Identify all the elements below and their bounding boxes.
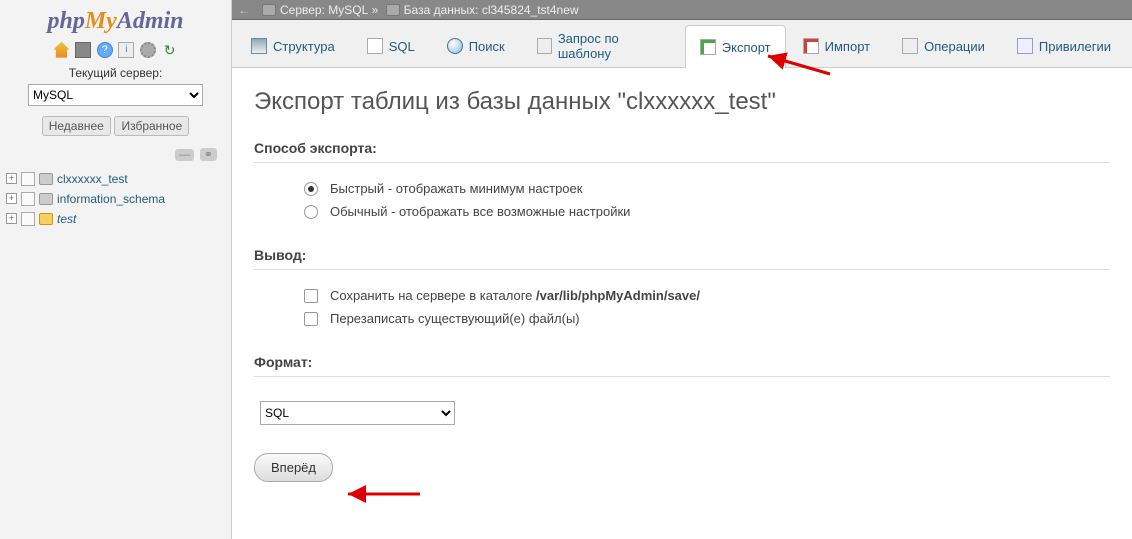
database-icon bbox=[39, 193, 53, 205]
save-path: /var/lib/phpMyAdmin/save/ bbox=[536, 288, 700, 303]
reload-icon[interactable]: ↻ bbox=[162, 42, 178, 58]
tab-operations[interactable]: Операции bbox=[887, 24, 1000, 67]
expand-icon[interactable]: + bbox=[6, 193, 17, 204]
breadcrumb-db-name[interactable]: cl345824_tst4new bbox=[482, 3, 579, 17]
tree-collapse-row: — ⚭ bbox=[0, 142, 231, 165]
privileges-icon bbox=[1017, 38, 1033, 54]
db-name: test bbox=[57, 212, 76, 226]
tab-label: Экспорт bbox=[722, 40, 771, 55]
annotation-arrow-go-button bbox=[342, 484, 422, 504]
database-tree: + clxxxxxx_test + information_schema + test bbox=[0, 165, 231, 233]
tab-label: Поиск bbox=[469, 39, 505, 54]
tab-sql[interactable]: SQL bbox=[352, 24, 430, 67]
breadcrumb: ← Сервер: MySQL » База данных: cl345824_… bbox=[232, 0, 1132, 20]
main: ← Сервер: MySQL » База данных: cl345824_… bbox=[232, 0, 1132, 539]
database-icon bbox=[39, 213, 53, 225]
output-options: Сохранить на сервере в каталоге /var/lib… bbox=[304, 284, 1110, 330]
collapse-icon[interactable]: — bbox=[175, 149, 194, 161]
output-title: Вывод: bbox=[254, 247, 1110, 270]
format-select[interactable]: SQL bbox=[260, 401, 455, 425]
settings-icon[interactable] bbox=[140, 42, 156, 58]
expand-icon[interactable]: + bbox=[6, 213, 17, 224]
tab-export[interactable]: Экспорт bbox=[685, 25, 786, 68]
logo[interactable]: phpMyAdmin bbox=[0, 6, 231, 39]
link-icon[interactable]: ⚭ bbox=[200, 148, 217, 161]
sql-icon bbox=[367, 38, 383, 54]
tabs: Структура SQL Поиск Запрос по шаблону Экспор… bbox=[232, 20, 1132, 68]
expand-icon[interactable]: + bbox=[6, 173, 17, 184]
recent-favorites: Недавнее Избранное bbox=[0, 114, 231, 142]
overwrite-row[interactable]: Перезаписать существующий(е) файл(ы) bbox=[304, 307, 1110, 330]
db-name: clxxxxxx_test bbox=[57, 172, 128, 186]
tab-search[interactable]: Поиск bbox=[432, 24, 520, 67]
db-tree-item[interactable]: + test bbox=[6, 209, 225, 229]
breadcrumb-server-name[interactable]: MySQL bbox=[328, 3, 368, 17]
radio-custom[interactable] bbox=[304, 205, 318, 219]
tab-label: SQL bbox=[389, 39, 415, 54]
logo-part-php: php bbox=[47, 8, 84, 34]
format-title: Формат: bbox=[254, 354, 1110, 377]
tab-label: Структура bbox=[273, 39, 335, 54]
current-server-label: Текущий сервер: bbox=[0, 64, 231, 84]
search-icon bbox=[447, 38, 463, 54]
logo-part-admin: Admin bbox=[117, 8, 184, 34]
save-label-prefix: Сохранить на сервере в каталоге bbox=[330, 288, 536, 303]
page-title: Экспорт таблиц из базы данных "clxxxxxx_… bbox=[254, 88, 1110, 116]
tab-label: Привилегии bbox=[1039, 39, 1111, 54]
link-icon[interactable] bbox=[21, 192, 35, 206]
radio-quick[interactable] bbox=[304, 182, 318, 196]
home-icon[interactable] bbox=[53, 42, 69, 58]
database-icon bbox=[39, 173, 53, 185]
structure-icon bbox=[251, 38, 267, 54]
database-icon bbox=[386, 4, 400, 16]
export-method-title: Способ экспорта: bbox=[254, 140, 1110, 163]
back-icon[interactable]: ← bbox=[238, 3, 250, 17]
operations-icon bbox=[902, 38, 918, 54]
method-quick-row[interactable]: Быстрый - отображать минимум настроек bbox=[304, 177, 1110, 200]
tab-privileges[interactable]: Привилегии bbox=[1002, 24, 1126, 67]
link-icon[interactable] bbox=[21, 172, 35, 186]
db-name: information_schema bbox=[57, 192, 165, 206]
save-on-server-row[interactable]: Сохранить на сервере в каталоге /var/lib… bbox=[304, 284, 1110, 307]
db-tree-item[interactable]: + information_schema bbox=[6, 189, 225, 209]
server-icon bbox=[262, 4, 276, 16]
tab-query[interactable]: Запрос по шаблону bbox=[522, 24, 683, 67]
checkbox-overwrite[interactable] bbox=[304, 312, 318, 326]
link-icon[interactable] bbox=[21, 212, 35, 226]
tab-import[interactable]: Импорт bbox=[788, 24, 885, 67]
export-method-options: Быстрый - отображать минимум настроек Об… bbox=[304, 177, 1110, 223]
checkbox-save-on-server[interactable] bbox=[304, 289, 318, 303]
method-quick-label: Быстрый - отображать минимум настроек bbox=[330, 181, 582, 196]
method-custom-label: Обычный - отображать все возможные настр… bbox=[330, 204, 630, 219]
db-tree-item[interactable]: + clxxxxxx_test bbox=[6, 169, 225, 189]
go-button[interactable]: Вперёд bbox=[254, 453, 333, 482]
breadcrumb-db-prefix[interactable]: База данных: bbox=[404, 3, 479, 17]
logo-part-my: My bbox=[85, 8, 117, 34]
help-icon[interactable]: ? bbox=[97, 42, 113, 58]
content: Экспорт таблиц из базы данных "clxxxxxx_… bbox=[232, 68, 1132, 539]
query-icon bbox=[537, 38, 552, 54]
tab-structure[interactable]: Структура bbox=[236, 24, 350, 67]
breadcrumb-server-prefix[interactable]: Сервер: bbox=[280, 3, 325, 17]
tab-label: Запрос по шаблону bbox=[558, 31, 668, 61]
overwrite-label: Перезаписать существующий(е) файл(ы) bbox=[330, 311, 580, 326]
import-icon bbox=[803, 38, 819, 54]
server-select[interactable]: MySQL bbox=[28, 84, 203, 106]
tab-label: Импорт bbox=[825, 39, 870, 54]
breadcrumb-sep: » bbox=[372, 3, 379, 17]
favorites-button[interactable]: Избранное bbox=[114, 116, 189, 136]
save-label: Сохранить на сервере в каталоге /var/lib… bbox=[330, 288, 700, 303]
docs-icon[interactable]: i bbox=[118, 42, 134, 58]
export-icon bbox=[700, 39, 716, 55]
sidebar-toolbar: ? i ↻ bbox=[0, 39, 231, 64]
method-custom-row[interactable]: Обычный - отображать все возможные настр… bbox=[304, 200, 1110, 223]
logout-icon[interactable] bbox=[75, 42, 91, 58]
recent-button[interactable]: Недавнее bbox=[42, 116, 111, 136]
tab-label: Операции bbox=[924, 39, 985, 54]
sidebar: phpMyAdmin ? i ↻ Текущий сервер: MySQL Н… bbox=[0, 0, 232, 539]
